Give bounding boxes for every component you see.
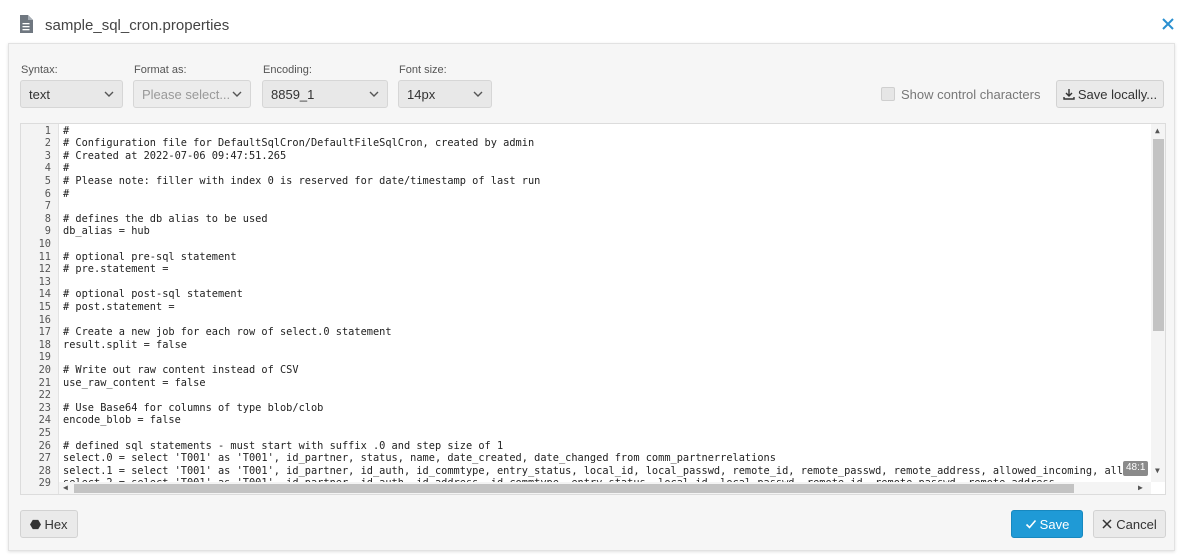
- code-editor[interactable]: 1 #2 # Configuration file for DefaultSqlCr…: [20, 123, 1166, 495]
- line-number: 9: [44, 225, 51, 238]
- code-line[interactable]: use_raw_content = false: [63, 377, 206, 390]
- line-number: 11: [38, 250, 51, 263]
- save-button[interactable]: Save: [1011, 510, 1083, 538]
- line-number: 22: [38, 389, 51, 402]
- window-title: sample_sql_cron.properties: [45, 17, 230, 34]
- line-number: 16: [38, 313, 51, 326]
- line-number: 29: [38, 477, 51, 490]
- code-line[interactable]: select.0 = select 'T001' as 'T001', id_p…: [63, 452, 776, 465]
- code-line[interactable]: # pre.statement =: [63, 263, 168, 276]
- code-line[interactable]: # Create a new job for each row of selec…: [63, 326, 392, 339]
- line-number: 24: [38, 414, 51, 427]
- chevron-down-icon: [104, 91, 114, 97]
- line-number: 28: [38, 464, 51, 477]
- cancel-button[interactable]: Cancel: [1093, 510, 1166, 538]
- format-as-placeholder: Please select...: [142, 87, 231, 102]
- file-icon: [20, 15, 33, 33]
- hexagon-icon: [30, 519, 42, 530]
- code-line[interactable]: # Please note: filler with index 0 is re…: [63, 175, 540, 188]
- code-line[interactable]: # optional pre-sql statement: [63, 251, 237, 264]
- line-number: 8: [44, 212, 51, 225]
- chevron-down-icon: [232, 91, 242, 97]
- line-number: 3: [44, 149, 51, 162]
- chevron-down-icon: [473, 91, 483, 97]
- line-number: 17: [38, 326, 51, 339]
- cursor-position-badge: 48:1: [1123, 461, 1149, 476]
- line-number: 1: [44, 124, 51, 137]
- line-number: 21: [38, 376, 51, 389]
- vertical-scrollbar[interactable]: ▲: [1151, 124, 1165, 482]
- line-number: 6: [44, 187, 51, 200]
- line-number: 2: [44, 137, 51, 150]
- code-line[interactable]: #: [63, 162, 69, 175]
- horizontal-scrollbar[interactable]: ◀ ▶: [59, 482, 1151, 494]
- horizontal-scroll-thumb[interactable]: [74, 484, 1074, 493]
- font-size-label: Font size:: [399, 64, 447, 76]
- show-control-characters-label[interactable]: Show control characters: [901, 87, 1040, 102]
- syntax-select[interactable]: text: [20, 80, 123, 108]
- code-line[interactable]: db_alias = hub: [63, 225, 150, 238]
- save-locally-button[interactable]: Save locally...: [1056, 80, 1164, 108]
- scroll-up-icon[interactable]: ▲: [1155, 127, 1160, 135]
- code-line[interactable]: # post.statement =: [63, 301, 175, 314]
- cancel-label: Cancel: [1116, 517, 1157, 532]
- close-icon: [1102, 519, 1112, 529]
- encoding-label: Encoding:: [263, 64, 312, 76]
- code-line[interactable]: # Write out raw content instead of CSV: [63, 364, 299, 377]
- chevron-down-icon: [369, 91, 379, 97]
- line-number: 25: [38, 426, 51, 439]
- line-number: 23: [38, 401, 51, 414]
- code-line[interactable]: # Configuration file for DefaultSqlCron/…: [63, 137, 534, 150]
- line-number: 19: [38, 351, 51, 364]
- scroll-right-icon[interactable]: ▶: [1138, 484, 1143, 492]
- format-as-select[interactable]: Please select...: [133, 80, 251, 108]
- line-number: 20: [38, 363, 51, 376]
- encoding-value: 8859_1: [271, 87, 315, 102]
- line-number: 12: [38, 263, 51, 276]
- line-number: 27: [38, 452, 51, 465]
- line-number: 10: [38, 237, 51, 250]
- download-icon: [1063, 89, 1075, 100]
- font-size-select[interactable]: 14px: [398, 80, 492, 108]
- code-line[interactable]: # Use Base64 for columns of type blob/cl…: [63, 402, 323, 415]
- encoding-select[interactable]: 8859_1: [262, 80, 388, 108]
- show-control-characters-checkbox[interactable]: [881, 87, 895, 101]
- line-number: 5: [44, 174, 51, 187]
- save-locally-label: Save locally...: [1077, 87, 1158, 102]
- line-number: 26: [38, 439, 51, 452]
- code-line[interactable]: #: [63, 188, 69, 201]
- hex-button[interactable]: Hex: [20, 510, 78, 538]
- close-icon[interactable]: [1160, 16, 1176, 32]
- checkmark-icon: [1025, 519, 1036, 529]
- code-line[interactable]: result.split = false: [63, 339, 187, 352]
- line-number: 4: [44, 162, 51, 175]
- code-line[interactable]: select.1 = select 'T001' as 'T001', id_p…: [63, 465, 1148, 478]
- line-number: 13: [38, 275, 51, 288]
- font-size-value: 14px: [407, 87, 436, 102]
- code-line[interactable]: # defined sql statements - must start wi…: [63, 440, 503, 453]
- syntax-value: text: [29, 87, 50, 102]
- line-number: 14: [38, 288, 51, 301]
- code-line[interactable]: # optional post-sql statement: [63, 288, 243, 301]
- line-number: 18: [38, 338, 51, 351]
- syntax-label: Syntax:: [21, 64, 58, 76]
- code-line[interactable]: encode_blob = false: [63, 414, 181, 427]
- vertical-scroll-thumb[interactable]: [1153, 139, 1164, 331]
- code-line[interactable]: # Created at 2022-07-06 09:47:51.265: [63, 150, 286, 163]
- save-label: Save: [1039, 517, 1070, 532]
- editor-dialog: Syntax: text Format as: Please select...…: [8, 43, 1175, 551]
- code-line[interactable]: # defines the db alias to be used: [63, 213, 268, 226]
- scroll-down-icon[interactable]: ▼: [1155, 467, 1160, 475]
- title-bar: sample_sql_cron.properties: [0, 0, 1184, 44]
- format-as-label: Format as:: [134, 64, 187, 76]
- code-line[interactable]: #: [63, 125, 69, 138]
- line-number: 15: [38, 300, 51, 313]
- line-number: 7: [44, 200, 51, 213]
- hex-label: Hex: [44, 517, 68, 532]
- scroll-left-icon[interactable]: ◀: [63, 484, 68, 492]
